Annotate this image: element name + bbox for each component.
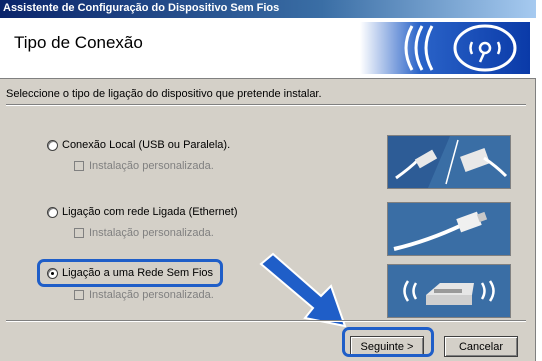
radio-indicator[interactable] (47, 139, 58, 151)
checkbox-label: Instalação personalizada. (89, 227, 214, 239)
title-bar: Assistente de Configuração do Dispositiv… (0, 0, 536, 18)
setup-wizard-window: Assistente de Configuração do Dispositiv… (0, 0, 536, 361)
cancel-button[interactable]: Cancelar (444, 336, 518, 357)
usb-parallel-cables-image (387, 135, 511, 189)
next-button-highlight (342, 327, 434, 357)
wireless-printer-image (387, 264, 511, 318)
radio-label: Ligação com rede Ligada (Ethernet) (62, 206, 238, 218)
divider (6, 104, 526, 106)
checkbox-indicator[interactable] (74, 228, 84, 238)
divider (6, 320, 526, 322)
wireless-logo-icon (360, 22, 530, 74)
selection-highlight (37, 259, 223, 287)
page-title: Tipo de Conexão (14, 33, 143, 52)
checkbox-custom-install-local[interactable]: Instalação personalizada. (74, 160, 214, 172)
window-title: Assistente de Configuração do Dispositiv… (3, 2, 280, 14)
instruction-text: Seleccione o tipo de ligação do disposit… (6, 88, 322, 100)
wizard-header: Tipo de Conexão (0, 18, 536, 79)
checkbox-indicator[interactable] (74, 290, 84, 300)
checkbox-custom-install-wired[interactable]: Instalação personalizada. (74, 227, 214, 239)
radio-label: Conexão Local (USB ou Paralela). (62, 139, 231, 151)
ethernet-cable-image (387, 202, 511, 256)
checkbox-custom-install-wireless[interactable]: Instalação personalizada. (74, 289, 214, 301)
radio-indicator[interactable] (47, 206, 58, 218)
radio-wired-network[interactable]: Ligação com rede Ligada (Ethernet) (47, 206, 238, 218)
checkbox-indicator[interactable] (74, 161, 84, 171)
checkbox-label: Instalação personalizada. (89, 160, 214, 172)
radio-local-connection[interactable]: Conexão Local (USB ou Paralela). (47, 139, 230, 151)
checkbox-label: Instalação personalizada. (89, 289, 214, 301)
